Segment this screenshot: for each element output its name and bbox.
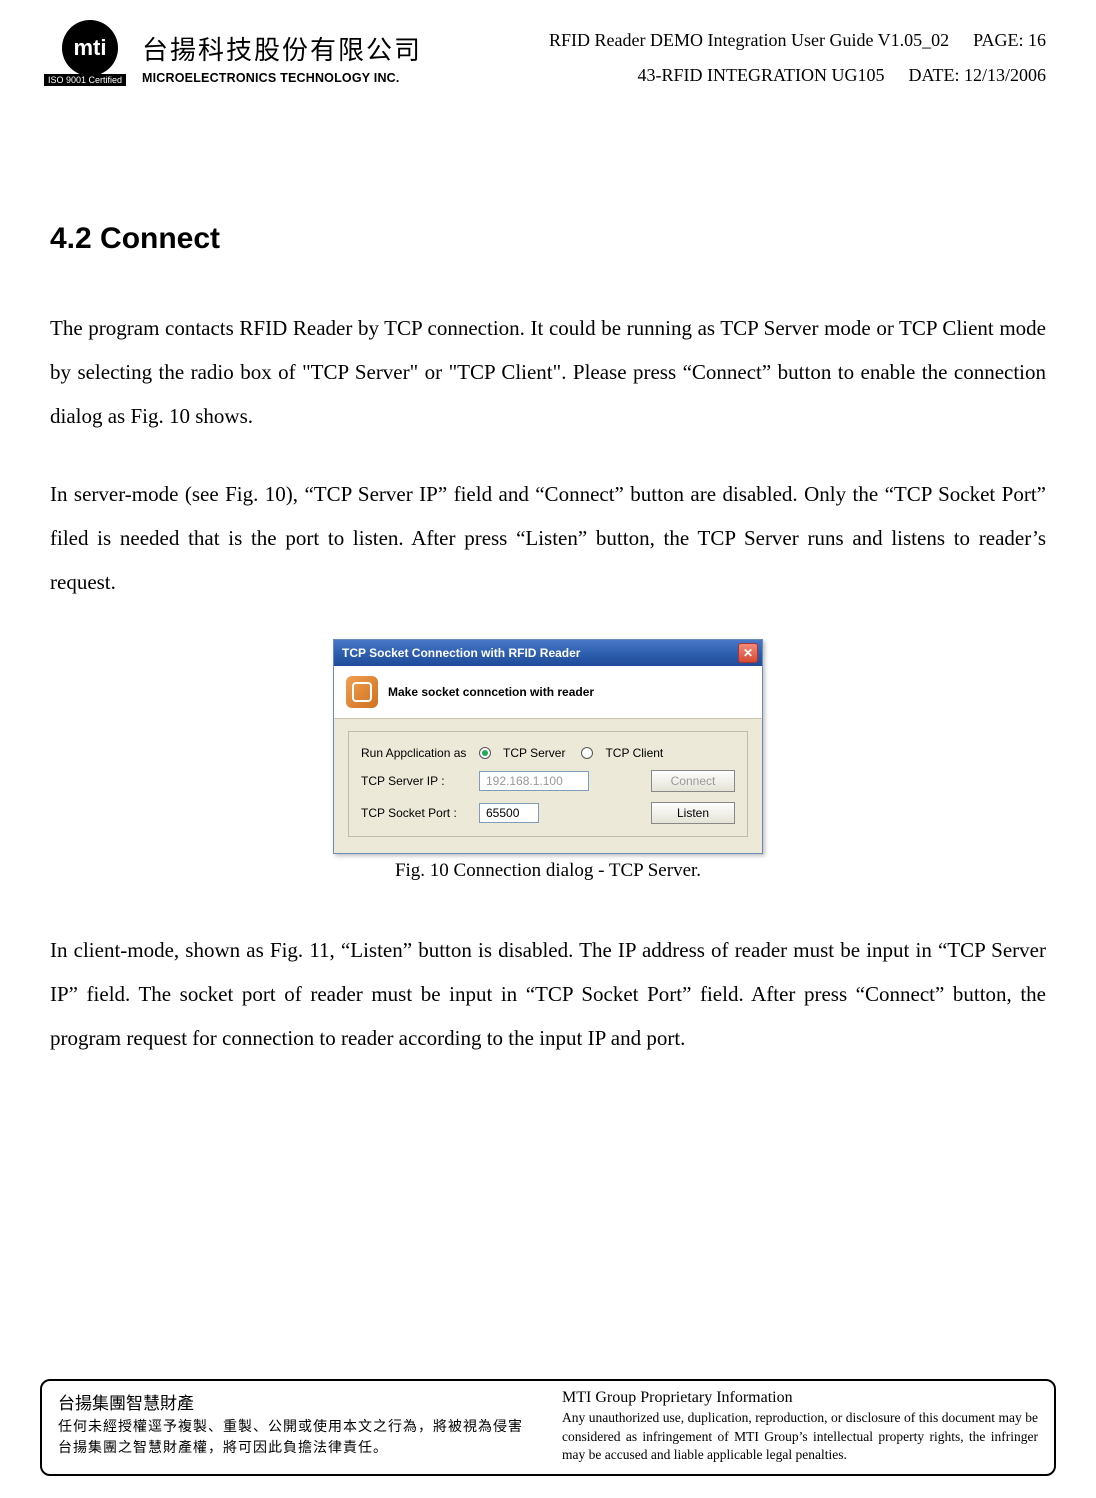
dialog-title: TCP Socket Connection with RFID Reader: [342, 646, 738, 660]
document-date: DATE: 12/13/2006: [909, 65, 1047, 86]
page-header: mti ISO 9001 Certified 台揚科技股份有限公司 MICROE…: [50, 20, 1046, 92]
server-ip-label: TCP Server IP :: [361, 774, 471, 788]
server-ip-input: [479, 771, 589, 791]
footer-right-body: Any unauthorized use, duplication, repro…: [562, 1409, 1038, 1464]
radio-tcp-server-label: TCP Server: [503, 746, 565, 760]
figure-10: TCP Socket Connection with RFID Reader ✕…: [50, 639, 1046, 882]
document-number: 43-RFID INTEGRATION UG105: [638, 65, 885, 86]
radio-tcp-server[interactable]: [479, 747, 491, 759]
company-name-english: MICROELECTRONICS TECHNOLOGY INC.: [142, 71, 422, 85]
footer-left-body: 任何未經授權逕予複製、重製、公開或使用本文之行為，將被視為侵害台揚集團之智慧財產…: [58, 1416, 534, 1458]
paragraph-2: In server-mode (see Fig. 10), “TCP Serve…: [50, 472, 1046, 604]
logo-mark: mti: [62, 20, 118, 76]
radio-tcp-client-label: TCP Client: [605, 746, 663, 760]
connection-dialog: TCP Socket Connection with RFID Reader ✕…: [333, 639, 763, 854]
document-meta: RFID Reader DEMO Integration User Guide …: [549, 20, 1046, 86]
dialog-subtitle: Make socket conncetion with reader: [388, 685, 594, 699]
run-as-label: Run Appclication as: [361, 746, 471, 760]
paragraph-3: In client-mode, shown as Fig. 11, “Liste…: [50, 928, 1046, 1060]
section-heading: 4.2 Connect: [50, 222, 1046, 256]
footer-left-title: 台揚集團智慧財產: [58, 1389, 534, 1414]
connect-button: Connect: [651, 770, 735, 792]
document-title: RFID Reader DEMO Integration User Guide …: [549, 30, 949, 51]
figure-caption: Fig. 10 Connection dialog - TCP Server.: [395, 860, 701, 882]
radio-tcp-client[interactable]: [581, 747, 593, 759]
socket-port-input[interactable]: [479, 803, 539, 823]
close-icon[interactable]: ✕: [738, 643, 758, 663]
page-footer: 台揚集團智慧財產 任何未經授權逕予複製、重製、公開或使用本文之行為，將被視為侵害…: [40, 1379, 1056, 1476]
iso-badge: ISO 9001 Certified: [44, 74, 126, 86]
page-number: PAGE: 16: [973, 30, 1046, 51]
company-name-chinese: 台揚科技股份有限公司: [142, 30, 422, 67]
socket-port-label: TCP Socket Port :: [361, 806, 471, 820]
listen-button[interactable]: Listen: [651, 802, 735, 824]
socket-icon: [346, 676, 378, 708]
paragraph-1: The program contacts RFID Reader by TCP …: [50, 306, 1046, 438]
company-logo: mti ISO 9001 Certified: [50, 20, 130, 92]
company-name-block: 台揚科技股份有限公司 MICROELECTRONICS TECHNOLOGY I…: [142, 20, 422, 85]
footer-right-title: MTI Group Proprietary Information: [562, 1389, 1038, 1407]
